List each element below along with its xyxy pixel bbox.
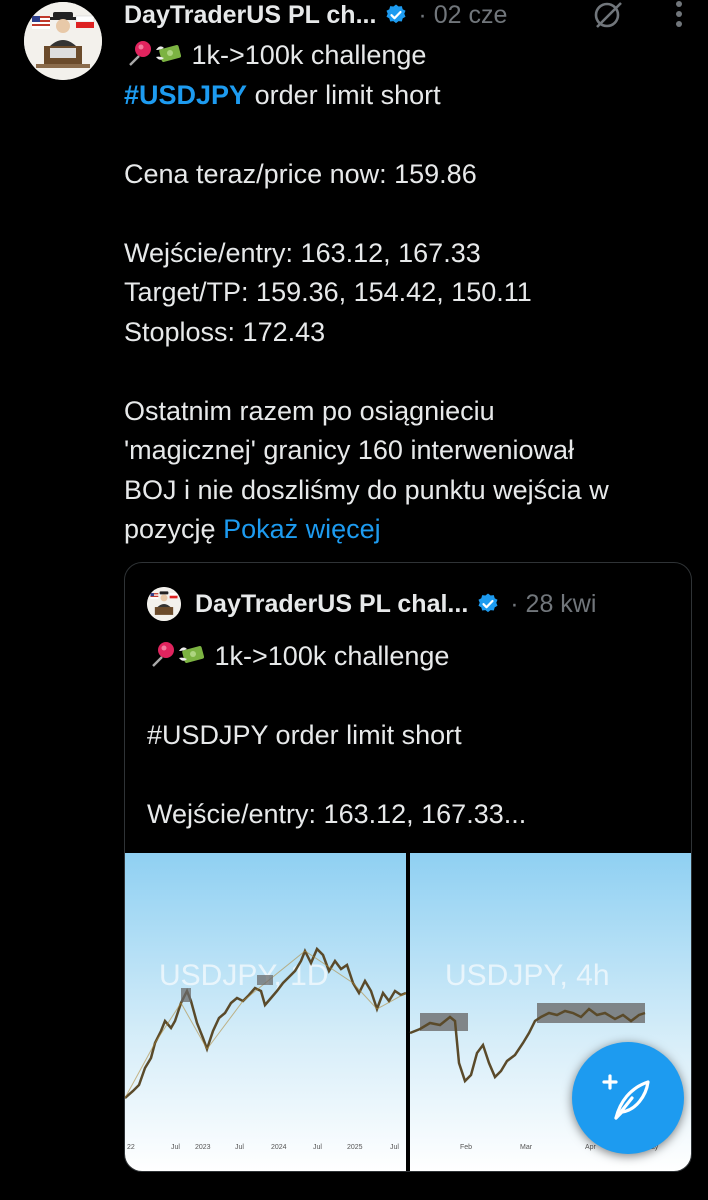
x-tick: Jul xyxy=(390,1144,399,1151)
chart-right-watermark: USDJPY, 4h xyxy=(445,959,610,992)
x-tick: Feb xyxy=(460,1144,472,1151)
post-line-price-now: Cena teraz/price now: 159.86 xyxy=(124,158,477,189)
show-more-link[interactable]: Pokaż więcej xyxy=(223,514,381,544)
author-name[interactable]: DayTraderUS PL ch... xyxy=(124,1,376,30)
grok-icon[interactable] xyxy=(592,0,626,30)
post-line-entry: Wejście/entry: 163.12, 167.33 xyxy=(124,237,481,268)
post-text: 1k->100k challenge #USDJPY order limit s… xyxy=(124,36,684,550)
pushpin-emoji-icon xyxy=(124,38,154,68)
chart-left-watermark: USDJPY, 1D xyxy=(159,959,329,992)
post-line-comment-4: pozycję xyxy=(124,514,216,544)
chart-left[interactable]: USDJPY, 1D 22 Jul 2023 Jul 2024 Jul 2025… xyxy=(125,853,407,1171)
chart-left-zone xyxy=(257,975,273,985)
post-line-comment-2: 'magicznej' granicy 160 interweniował xyxy=(124,435,575,465)
quoted-post-text: 1k->100k challenge #USDJPY order limit s… xyxy=(147,637,526,835)
quoted-line: 1k->100k challenge xyxy=(147,637,526,677)
quoted-post-date: · 28 kwi xyxy=(510,589,597,618)
post-line-comment-1: Ostatnim razem po osiągnieciu xyxy=(124,395,495,426)
post-line: pozycję Pokaż więcej xyxy=(124,510,684,550)
post-line-comment-3: BOJ i nie doszliśmy do punktu wejścia w xyxy=(124,474,609,505)
quoted-line-1: 1k->100k challenge xyxy=(214,641,450,671)
x-tick: 22 xyxy=(127,1144,135,1151)
money-wings-emoji-icon xyxy=(154,38,184,68)
x-tick: Apr xyxy=(585,1144,597,1151)
x-tick: 2023 xyxy=(195,1144,211,1151)
quoted-author-avatar xyxy=(147,587,181,621)
more-vertical-icon[interactable] xyxy=(662,0,696,30)
post-line: #USDJPY order limit short xyxy=(124,76,684,116)
x-tick: Jul xyxy=(235,1144,244,1151)
verified-badge-icon xyxy=(476,592,500,616)
post-line-stoploss: Stoploss: 172.43 xyxy=(124,316,326,347)
money-wings-emoji-icon xyxy=(177,639,207,669)
x-tick: Jul xyxy=(313,1144,322,1151)
post-line-2: order limit short xyxy=(254,79,441,110)
hashtag-link[interactable]: #USDJPY xyxy=(124,80,247,110)
x-tick: 2025 xyxy=(347,1144,363,1151)
post-line-target: Target/TP: 159.36, 154.42, 150.11 xyxy=(124,277,532,307)
post-line: 1k->100k challenge xyxy=(124,36,684,76)
verified-badge-icon xyxy=(384,3,408,27)
x-tick: Mar xyxy=(520,1144,533,1151)
x-tick: Jul xyxy=(171,1144,180,1151)
compose-post-icon xyxy=(602,1074,650,1120)
quoted-line-3: Wejście/entry: 163.12, 167.33... xyxy=(147,799,527,829)
pushpin-emoji-icon xyxy=(147,639,177,669)
compose-post-button[interactable] xyxy=(572,1042,684,1154)
quoted-line-2: #USDJPY order limit short xyxy=(147,720,462,750)
post-line-1: 1k->100k challenge xyxy=(191,40,427,70)
quoted-author-name: DayTraderUS PL chal... xyxy=(195,589,469,618)
quoted-post-header: DayTraderUS PL chal... · 28 kwi xyxy=(195,587,596,621)
post-header: DayTraderUS PL ch... · 02 cze xyxy=(124,0,507,30)
x-tick: 2024 xyxy=(271,1144,287,1151)
post-date[interactable]: · 02 cze xyxy=(418,1,507,30)
author-avatar[interactable] xyxy=(24,2,102,80)
chart-left-zone xyxy=(181,988,191,1002)
media-divider xyxy=(406,853,410,1171)
